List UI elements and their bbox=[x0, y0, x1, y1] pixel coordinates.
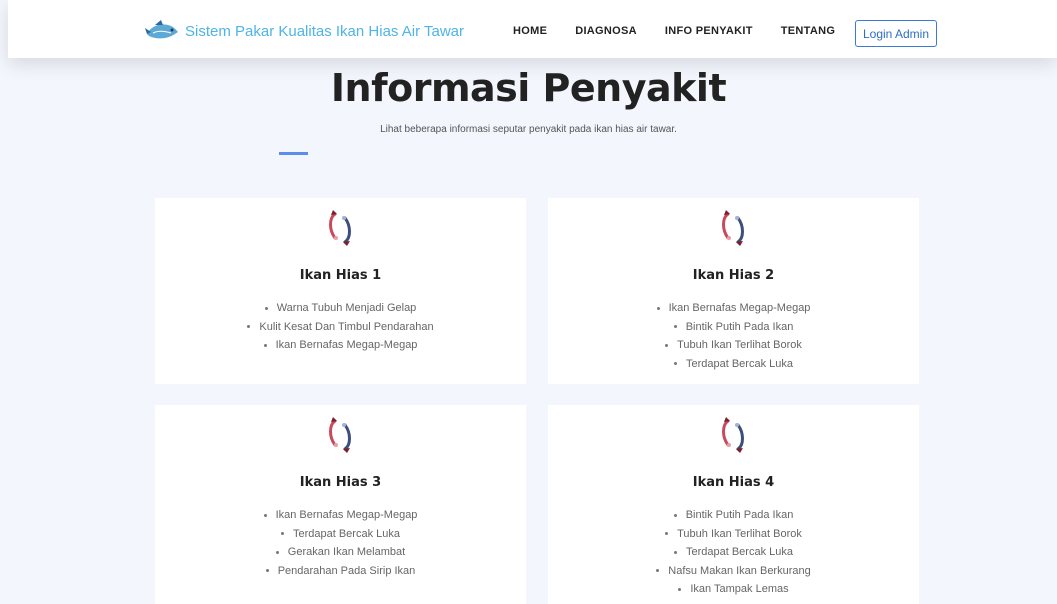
navbar: Sistem Pakar Kualitas Ikan Hias Air Tawa… bbox=[8, 0, 1057, 58]
bullet bbox=[656, 306, 660, 310]
bullet bbox=[673, 362, 677, 366]
symptom-text: Bintik Putih Pada Ikan bbox=[685, 320, 794, 333]
symptom-item: Ikan Bernafas Megap-Megap bbox=[155, 506, 526, 525]
symptom-item: Kulit Kesat Dan Timbul Pendarahan bbox=[155, 318, 526, 337]
symptom-text: Ikan Bernafas Megap-Megap bbox=[275, 509, 418, 521]
disease-card-1: Ikan Hias 1 Warna Tubuh Menjadi Gelap Ku… bbox=[155, 198, 526, 384]
card-title: Ikan Hias 3 bbox=[299, 475, 382, 490]
symptom-text: Ikan Bernafas Megap-Megap bbox=[668, 302, 811, 314]
symptom-text: Kulit Kesat Dan Timbul Pendarahan bbox=[259, 320, 434, 333]
koi-fish-icon bbox=[329, 417, 351, 453]
nav-info-penyakit[interactable]: INFO PENYAKIT bbox=[665, 25, 753, 37]
bullet bbox=[247, 325, 251, 329]
bullet bbox=[656, 569, 660, 573]
fish-logo-icon bbox=[145, 20, 178, 39]
title-underline bbox=[279, 152, 308, 155]
disease-card-4: Ikan Hias 4 Bintik Putih Pada Ikan Tubuh… bbox=[548, 405, 919, 604]
symptom-text: Tubuh Ikan Terlihat Borok bbox=[677, 339, 802, 351]
symptom-item: Tubuh Ikan Terlihat Borok bbox=[548, 525, 919, 544]
card-title: Ikan Hias 1 bbox=[299, 268, 382, 283]
symptom-text: Nafsu Makan Ikan Berkurang bbox=[668, 564, 811, 577]
bullet bbox=[263, 513, 267, 517]
symptom-item: Ikan Bernafas Megap-Megap bbox=[155, 336, 526, 355]
bullet bbox=[673, 513, 677, 517]
nav-diagnosa[interactable]: DIAGNOSA bbox=[575, 25, 637, 37]
bullet bbox=[275, 550, 279, 554]
nav-tentang[interactable]: TENTANG bbox=[781, 25, 835, 37]
koi-fish-icon bbox=[722, 417, 744, 453]
card-title: Ikan Hias 2 bbox=[692, 268, 775, 283]
koi-fish-icon bbox=[722, 210, 744, 246]
symptom-text: Ikan Tampak Lemas bbox=[690, 583, 789, 595]
bullet bbox=[673, 325, 677, 329]
brand-name: Sistem Pakar Kualitas Ikan Hias Air Tawa… bbox=[185, 22, 465, 40]
symptom-list: Ikan Bernafas Megap-Megap Bintik Putih P… bbox=[548, 299, 919, 373]
symptom-item: Terdapat Bercak Luka bbox=[548, 543, 919, 562]
symptom-item: Warna Tubuh Menjadi Gelap bbox=[155, 299, 526, 318]
disease-card-3: Ikan Hias 3 Ikan Bernafas Megap-Megap Te… bbox=[155, 405, 526, 604]
symptom-list: Warna Tubuh Menjadi Gelap Kulit Kesat Da… bbox=[155, 299, 526, 355]
symptom-item: Terdapat Bercak Luka bbox=[155, 525, 526, 544]
symptom-text: Terdapat Bercak Luka bbox=[292, 527, 400, 540]
symptom-text: Pendarahan Pada Sirip Ikan bbox=[277, 564, 416, 577]
bullet bbox=[264, 306, 268, 310]
nav-home[interactable]: HOME bbox=[513, 25, 547, 37]
symptom-item: Nafsu Makan Ikan Berkurang bbox=[548, 562, 919, 581]
bullet bbox=[678, 587, 682, 591]
card-title: Ikan Hias 4 bbox=[692, 475, 775, 490]
symptom-item: Ikan Tampak Lemas bbox=[548, 580, 919, 599]
bullet bbox=[280, 532, 284, 536]
koi-fish-icon bbox=[329, 210, 351, 246]
bullet bbox=[265, 569, 269, 573]
symptom-list: Bintik Putih Pada Ikan Tubuh Ikan Terlih… bbox=[548, 506, 919, 599]
symptom-item: Terdapat Bercak Luka bbox=[548, 355, 919, 374]
symptom-item: Ikan Bernafas Megap-Megap bbox=[548, 299, 919, 318]
symptom-item: Pendarahan Pada Sirip Ikan bbox=[155, 562, 526, 581]
symptom-text: Terdapat Bercak Luka bbox=[685, 546, 793, 558]
symptom-item: Bintik Putih Pada Ikan bbox=[548, 318, 919, 337]
bullet bbox=[673, 550, 677, 554]
symptom-text: Ikan Bernafas Megap-Megap bbox=[275, 339, 418, 351]
disease-card-2: Ikan Hias 2 Ikan Bernafas Megap-Megap Bi… bbox=[548, 198, 919, 384]
bullet bbox=[665, 343, 669, 347]
symptom-text: Terdapat Bercak Luka bbox=[685, 357, 793, 370]
bullet bbox=[263, 343, 267, 347]
symptom-item: Gerakan Ikan Melambat bbox=[155, 543, 526, 562]
brand-link[interactable]: Sistem Pakar Kualitas Ikan Hias Air Tawa… bbox=[145, 20, 464, 42]
symptom-list: Ikan Bernafas Megap-Megap Terdapat Berca… bbox=[155, 506, 526, 580]
bullet bbox=[665, 532, 669, 536]
symptom-text: Bintik Putih Pada Ikan bbox=[685, 509, 794, 521]
login-admin-button[interactable]: Login Admin bbox=[855, 20, 937, 47]
page-title: Informasi Penyakit bbox=[330, 66, 727, 110]
symptom-item: Bintik Putih Pada Ikan bbox=[548, 506, 919, 525]
symptom-text: Tubuh Ikan Terlihat Borok bbox=[677, 527, 802, 540]
symptom-text: Gerakan Ikan Melambat bbox=[287, 546, 406, 558]
symptom-item: Tubuh Ikan Terlihat Borok bbox=[548, 336, 919, 355]
symptom-text: Warna Tubuh Menjadi Gelap bbox=[276, 302, 417, 314]
nav-menu: HOME DIAGNOSA INFO PENYAKIT TENTANG bbox=[513, 25, 863, 37]
page-subtitle: Lihat beberapa informasi seputar penyaki… bbox=[380, 124, 677, 135]
